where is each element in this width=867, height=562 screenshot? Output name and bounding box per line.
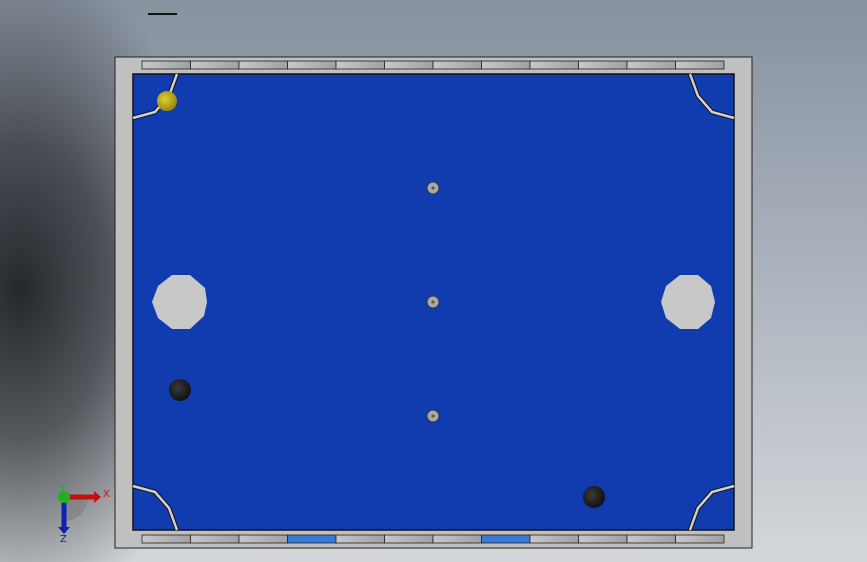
rail-segment	[190, 60, 240, 70]
black-ball[interactable]	[583, 486, 605, 508]
rail-segment	[238, 534, 288, 544]
pool-table[interactable]	[114, 56, 753, 549]
rail-segment	[190, 534, 240, 544]
rail-segment	[141, 534, 191, 544]
rail-segment	[384, 534, 434, 544]
rail-segment	[578, 534, 628, 544]
rail-segment	[529, 534, 579, 544]
black-ball[interactable]	[169, 379, 191, 401]
rail-segment	[481, 60, 531, 70]
rail-segment	[675, 60, 725, 70]
bottom-rail	[141, 534, 725, 544]
x-axis-label: X	[103, 489, 110, 500]
rail-segment	[141, 60, 191, 70]
rail-segment	[384, 60, 434, 70]
rail-segment	[481, 534, 531, 544]
rail-segment	[432, 534, 482, 544]
rail-segment	[578, 60, 628, 70]
top-rail	[141, 60, 725, 70]
yellow-ball[interactable]	[157, 91, 177, 111]
rail-segment	[626, 60, 676, 70]
cad-viewport[interactable]: X Y Z	[0, 0, 867, 562]
rail-segment	[287, 60, 337, 70]
orientation-triad: X Y Z	[58, 483, 110, 545]
rail-segment	[529, 60, 579, 70]
rail-segment	[335, 534, 385, 544]
rail-segment	[335, 60, 385, 70]
z-axis-label: Z	[60, 534, 67, 545]
rail-segment	[238, 60, 288, 70]
y-axis-label: Y	[59, 483, 67, 494]
rail-segment	[287, 534, 337, 544]
rail-segment	[675, 534, 725, 544]
rail-segment	[432, 60, 482, 70]
rail-segment	[626, 534, 676, 544]
